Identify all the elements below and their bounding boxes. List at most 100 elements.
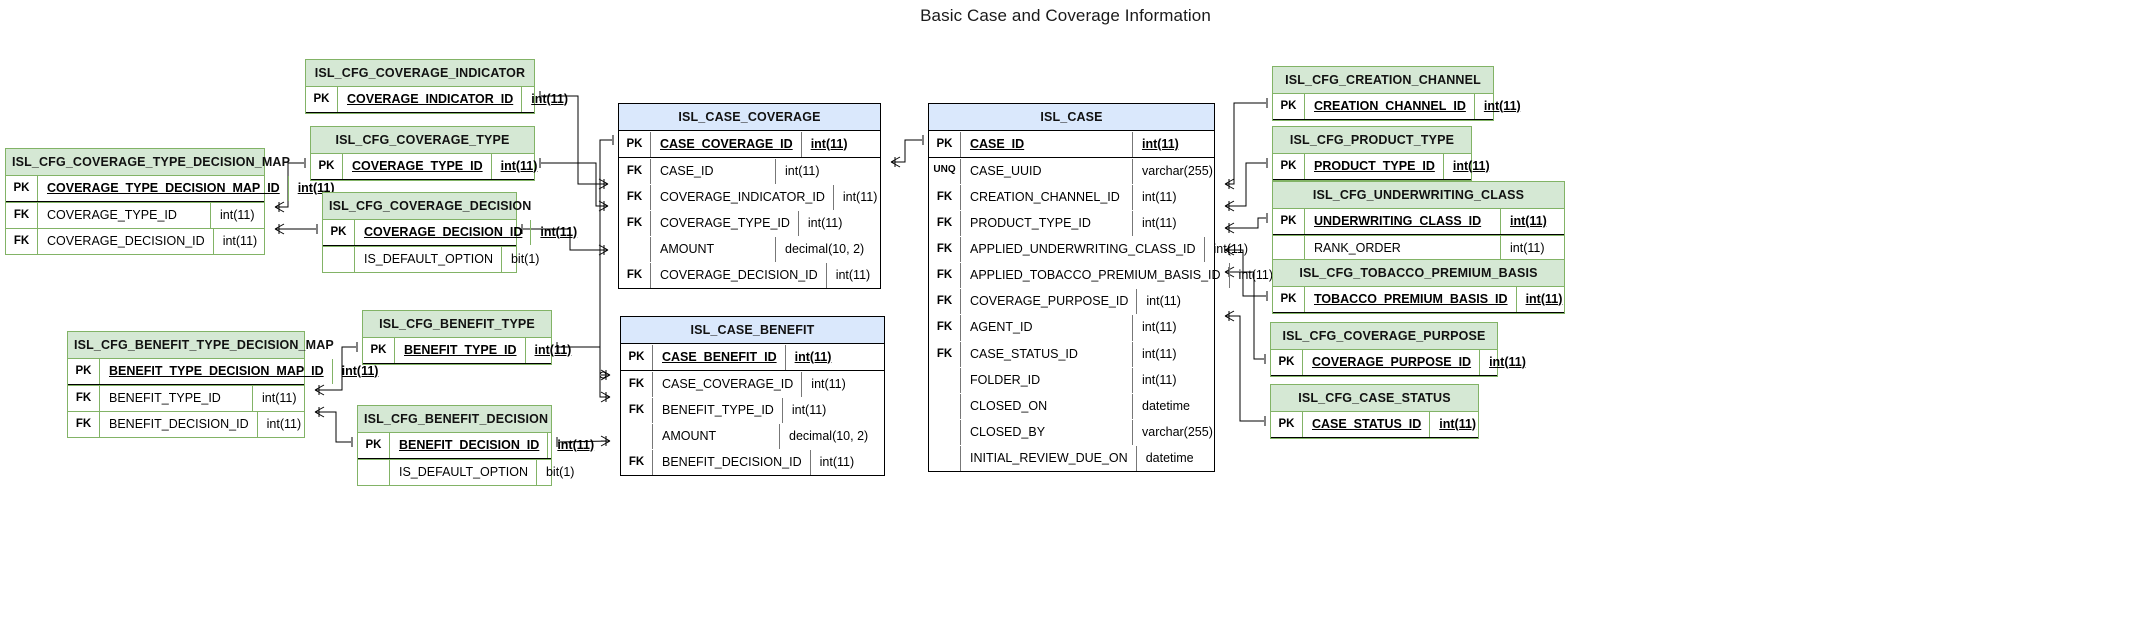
column-name: CASE_STATUS_ID — [1312, 416, 1422, 431]
column-key-badge: FK — [929, 237, 961, 263]
column-datatype: datetime — [1132, 393, 1214, 419]
column-datatype: varchar(255) — [1132, 419, 1214, 445]
column-key-badge: PK — [1271, 349, 1303, 375]
column-list: PK COVERAGE_INDICATOR_ID int(11) — [306, 86, 568, 113]
column-name: RANK_ORDER — [1314, 240, 1401, 255]
column-key-badge: FK — [621, 371, 653, 397]
column-key-badge: PK — [306, 86, 338, 112]
table-row: INITIAL_REVIEW_DUE_ON datetime — [929, 445, 1214, 472]
page-title: Basic Case and Coverage Information — [920, 6, 1211, 25]
column-datatype: int(11) — [1132, 210, 1214, 236]
column-list: PK BENEFIT_TYPE_DECISION_MAP_ID int(11) FK B… — [68, 358, 378, 437]
entity-title-isl_cfg_coverage_type_decision_map: ISL_CFG_COVERAGE_TYPE_DECISION_MAP — [6, 149, 290, 176]
column-key-badge: FK — [929, 315, 961, 341]
entity-isl_cfg_coverage_decision[interactable]: ISL_CFG_COVERAGE_DECISION PK COVERAGE_DECI… — [322, 192, 577, 273]
column-datatype: int(11) — [825, 263, 931, 289]
table-row: UNQ CASE_UUID varchar(255) — [929, 157, 1214, 184]
column-list: PK BENEFIT_DECISION_ID int(11) IS_DEFAULT_O… — [358, 432, 594, 485]
column-name: APPLIED_UNDERWRITING_CLASS_ID — [970, 242, 1196, 256]
column-name: COVERAGE_INDICATOR_ID — [347, 91, 514, 106]
column-key-badge — [323, 246, 355, 272]
column-datatype: int(11) — [530, 219, 584, 245]
column-name: IS_DEFAULT_OPTION — [399, 464, 528, 479]
column-datatype: int(11) — [1132, 341, 1214, 367]
column-datatype: int(11) — [1132, 184, 1214, 210]
table-row: PK CASE_STATUS_ID int(11) — [1271, 411, 1478, 438]
entity-title-isl_case_benefit: ISL_CASE_BENEFIT — [621, 317, 884, 344]
column-name: CASE_UUID — [970, 163, 1042, 178]
table-row: FK CASE_STATUS_ID int(11) — [929, 340, 1214, 367]
column-datatype: int(11) — [832, 184, 938, 210]
entity-title-isl_case_coverage: ISL_CASE_COVERAGE — [619, 104, 880, 131]
column-name: APPLIED_TOBACCO_PREMIUM_BASIS_ID — [970, 268, 1221, 283]
column-datatype: int(11) — [1442, 153, 1509, 179]
entity-isl_cfg_coverage_indicator[interactable]: ISL_CFG_COVERAGE_INDICATOR PK COVERAGE_IND… — [305, 59, 568, 114]
column-name: CLOSED_BY — [970, 424, 1046, 439]
entity-isl_cfg_creation_channel[interactable]: ISL_CFG_CREATION_CHANNEL PK CREATION_CHANN… — [1272, 66, 1521, 121]
column-key-badge: PK — [323, 219, 355, 245]
column-name: COVERAGE_INDICATOR_ID — [660, 189, 825, 204]
column-name: CASE_COVERAGE_ID — [662, 376, 794, 391]
column-key-badge — [619, 237, 651, 263]
column-datatype: int(11) — [784, 344, 890, 370]
entity-isl_cfg_benefit_type[interactable]: ISL_CFG_BENEFIT_TYPE PK BENEFIT_TYPE_ID int… — [362, 310, 571, 365]
entity-isl_cfg_tobacco_premium_basis[interactable]: ISL_CFG_TOBACCO_PREMIUM_BASIS PK TOBACCO_P… — [1272, 259, 1565, 314]
column-list: PK BENEFIT_TYPE_ID int(11) — [363, 337, 571, 364]
column-datatype: int(11) — [1132, 131, 1214, 157]
entity-isl_case[interactable]: ISL_CASE PK CASE_ID int(11) UNQ CASE_UUID varc… — [928, 103, 1273, 473]
entity-isl_cfg_coverage_type[interactable]: ISL_CFG_COVERAGE_TYPE PK COVERAGE_TYPE_ID i… — [310, 126, 537, 181]
entity-title-isl_cfg_tobacco_premium_basis: ISL_CFG_TOBACCO_PREMIUM_BASIS — [1273, 260, 1564, 287]
table-row: PK CASE_BENEFIT_ID int(11) — [621, 343, 884, 371]
column-datatype: decimal(10, 2) — [775, 237, 880, 263]
column-key-badge: FK — [619, 158, 651, 184]
column-datatype: int(11) — [1136, 289, 1218, 315]
table-row: FOLDER_ID int(11) — [929, 366, 1214, 393]
entity-title-isl_cfg_coverage_type: ISL_CFG_COVERAGE_TYPE — [311, 127, 534, 154]
column-key-badge: FK — [929, 184, 961, 210]
table-row: PK COVERAGE_DECISION_ID int(11) — [323, 219, 577, 246]
column-key-badge — [929, 367, 961, 393]
column-name: COVERAGE_DECISION_ID — [660, 268, 818, 283]
table-row: AMOUNT decimal(10, 2) — [621, 422, 884, 449]
column-list: PK CASE_ID int(11) UNQ CASE_UUID varchar(255)… — [929, 130, 1273, 472]
table-row: PK COVERAGE_TYPE_ID int(11) — [311, 153, 537, 180]
entity-isl_cfg_coverage_purpose[interactable]: ISL_CFG_COVERAGE_PURPOSE PK COVERAGE_PURPO… — [1270, 322, 1526, 377]
column-key-badge: PK — [358, 432, 390, 458]
column-list: PK CREATION_CHANNEL_ID int(11) — [1273, 93, 1521, 120]
column-datatype: int(11) — [801, 371, 906, 397]
column-key-badge: FK — [621, 450, 653, 476]
column-name: CASE_BENEFIT_ID — [662, 349, 777, 364]
column-key-badge: PK — [1273, 153, 1305, 179]
entity-title-isl_cfg_product_type: ISL_CFG_PRODUCT_TYPE — [1273, 127, 1471, 154]
table-row: FK BENEFIT_TYPE_ID int(11) — [68, 384, 304, 411]
table-row: FK CASE_COVERAGE_ID int(11) — [621, 370, 884, 397]
column-datatype: bit(1) — [535, 459, 590, 485]
column-name: COVERAGE_TYPE_ID — [47, 207, 177, 222]
column-name: UNDERWRITING_CLASS_ID — [1314, 213, 1482, 228]
table-row: IS_DEFAULT_OPTION bit(1) — [358, 458, 574, 485]
table-row: FK CREATION_CHANNEL_ID int(11) — [929, 183, 1214, 210]
table-row: PK BENEFIT_DECISION_ID int(11) — [358, 432, 594, 459]
column-name: IS_DEFAULT_OPTION — [364, 251, 493, 266]
table-row: FK BENEFIT_DECISION_ID int(11) — [68, 410, 304, 437]
entity-isl_cfg_product_type[interactable]: ISL_CFG_PRODUCT_TYPE PK PRODUCT_TYPE_ID int… — [1272, 126, 1490, 181]
column-name: BENEFIT_DECISION_ID — [399, 437, 540, 452]
entity-isl_cfg_coverage_type_decision_map[interactable]: ISL_CFG_COVERAGE_TYPE_DECISION_MAP PK COVE… — [5, 148, 335, 255]
column-key-badge: FK — [929, 210, 961, 236]
table-row: PK COVERAGE_TYPE_DECISION_MAP_ID int(11) — [6, 175, 335, 202]
entity-isl_cfg_benefit_type_decision_map[interactable]: ISL_CFG_BENEFIT_TYPE_DECISION_MAP PK BENEF… — [67, 331, 378, 438]
table-row: FK BENEFIT_TYPE_ID int(11) — [621, 396, 884, 423]
entity-isl_cfg_benefit_decision[interactable]: ISL_CFG_BENEFIT_DECISION PK BENEFIT_DECISI… — [357, 405, 594, 486]
entity-isl_case_benefit[interactable]: ISL_CASE_BENEFIT PK CASE_BENEFIT_ID int(11)… — [620, 316, 885, 477]
column-name: CASE_COVERAGE_ID — [660, 136, 793, 151]
entity-title-isl_cfg_benefit_type: ISL_CFG_BENEFIT_TYPE — [363, 311, 551, 338]
entity-isl_cfg_case_status[interactable]: ISL_CFG_CASE_STATUS PK CASE_STATUS_ID int(1… — [1270, 384, 1479, 439]
table-row: RANK_ORDER int(11) — [1273, 234, 1564, 261]
entity-isl_cfg_underwriting_class[interactable]: ISL_CFG_UNDERWRITING_CLASS PK UNDERWRITING… — [1272, 181, 1565, 262]
column-key-badge: FK — [619, 263, 651, 289]
column-datatype: int(11) — [1479, 349, 1543, 375]
entity-title-isl_case: ISL_CASE — [929, 104, 1214, 131]
table-row: IS_DEFAULT_OPTION bit(1) — [323, 245, 539, 272]
entity-isl_case_coverage[interactable]: ISL_CASE_COVERAGE PK CASE_COVERAGE_ID int(1… — [618, 103, 881, 290]
column-list: PK CASE_BENEFIT_ID int(11) FK CASE_COVERAGE_… — [621, 343, 884, 476]
